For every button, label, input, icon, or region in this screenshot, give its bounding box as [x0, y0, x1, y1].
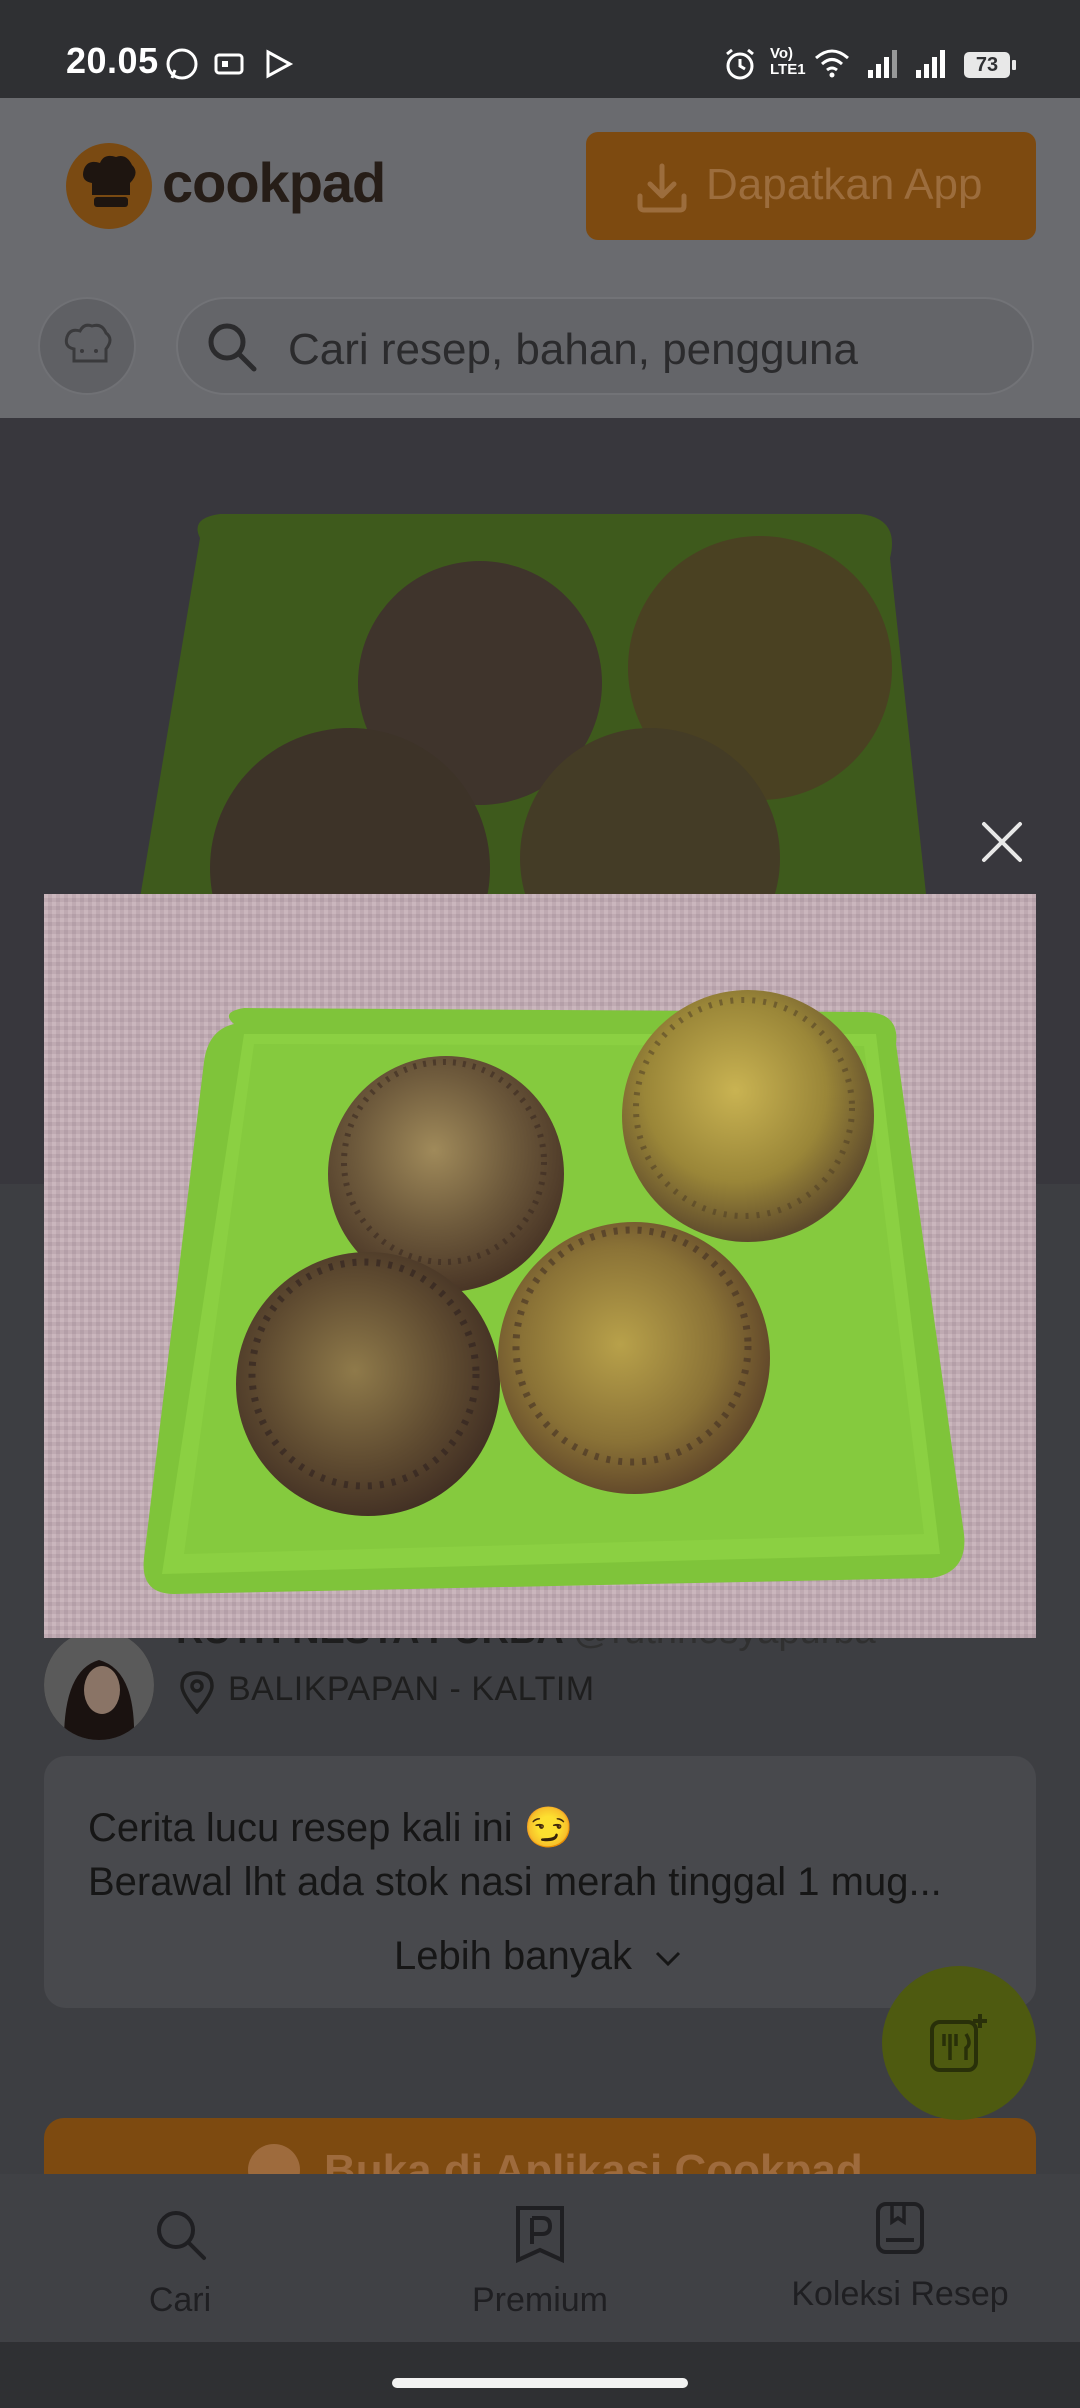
collection-icon — [876, 2202, 924, 2254]
alarm-icon — [726, 48, 754, 80]
nav-label-premium: Premium — [471, 2281, 609, 2319]
download-icon — [637, 163, 687, 213]
read-more-button[interactable]: Lebih banyak — [394, 1934, 683, 1979]
search-icon — [157, 2211, 206, 2260]
gesture-bar-area — [0, 2342, 1080, 2408]
whatsapp-icon — [166, 48, 198, 80]
play-icon — [266, 49, 294, 79]
get-app-button[interactable]: Dapatkan App — [586, 132, 1036, 240]
home-gesture-handle[interactable] — [392, 2378, 688, 2388]
chef-hat-icon — [64, 323, 112, 363]
search-icon — [208, 323, 257, 372]
search-placeholder: Cari resep, bahan, pengguna — [288, 325, 858, 374]
nav-item-collection[interactable]: Koleksi Resep — [720, 2200, 1080, 2314]
status-bar: 20.05 Vo) LTE1 73 — [0, 0, 1080, 98]
nav-label-collection: Koleksi Resep — [791, 2275, 1009, 2313]
profile-button[interactable] — [38, 297, 136, 395]
volte-label: Vo) LTE1 — [770, 45, 806, 78]
story-line-2: Berawal lht ada stok nasi merah tinggal … — [88, 1860, 942, 1904]
cookpad-logo-icon — [66, 143, 152, 229]
nav-item-premium[interactable]: Premium — [360, 2204, 720, 2320]
location-pin-icon — [180, 1671, 214, 1714]
read-more-label: Lebih banyak — [394, 1934, 632, 1978]
search-bar[interactable]: Cari resep, bahan, pengguna — [176, 297, 1034, 395]
signal-1-icon — [868, 50, 897, 78]
recipe-photo-viewer[interactable] — [44, 894, 1036, 1638]
signal-2-icon — [916, 50, 945, 78]
cookpad-logo[interactable]: cookpad — [162, 150, 386, 215]
recipe-photo — [44, 894, 1036, 1638]
add-recipe-icon — [930, 2014, 987, 2072]
bottom-navigation: Cari Premium Koleksi Resep — [0, 2174, 1080, 2342]
nav-item-search[interactable]: Cari — [0, 2204, 360, 2320]
create-recipe-fab[interactable] — [882, 1966, 1036, 2120]
story-line-1: Cerita lucu resep kali ini 😏 — [88, 1806, 574, 1850]
premium-icon — [516, 2206, 564, 2264]
author-avatar[interactable] — [44, 1630, 154, 1740]
get-app-label: Dapatkan App — [706, 160, 983, 209]
chevron-down-icon — [656, 1951, 681, 1967]
wifi-icon — [815, 49, 849, 78]
close-icon[interactable] — [972, 812, 1032, 872]
recipe-story-card: Cerita lucu resep kali ini 😏 Berawal lht… — [44, 1756, 1036, 2008]
battery-indicator: 73 — [964, 52, 1016, 78]
author-location: BALIKPAPAN - KALTIM — [228, 1670, 595, 1708]
card-icon — [214, 53, 244, 75]
nav-label-search: Cari — [148, 2281, 212, 2319]
status-time: 20.05 — [66, 40, 159, 81]
